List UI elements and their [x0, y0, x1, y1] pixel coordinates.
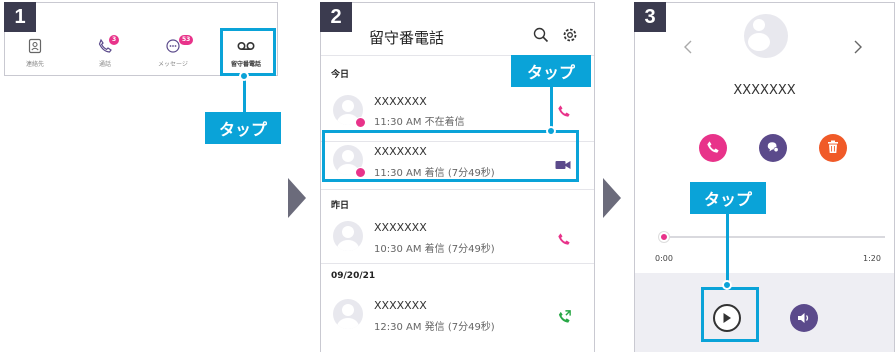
phone-icon[interactable] [557, 103, 571, 122]
speaker-icon [797, 309, 811, 328]
next-arrow [288, 178, 306, 218]
nav-label: 通話 [98, 61, 111, 68]
page-title: 留守番電話 [369, 29, 445, 47]
panel-voicemail-detail: XXXXXXX 0:00 1:20 [634, 2, 895, 352]
nav-contacts[interactable]: 連絡先 [5, 35, 65, 68]
playback-knob[interactable] [658, 232, 669, 242]
list-item[interactable]: XXXXXXX 10:30 AM 着信 (7分49秒) [321, 209, 594, 267]
phone-icon: 3 [75, 35, 135, 57]
voicemail-badge-icon [355, 117, 366, 128]
calls-badge: 3 [109, 35, 120, 45]
connector-line [550, 87, 553, 131]
divider [321, 189, 594, 190]
tap-label: タップ [690, 182, 766, 214]
chevron-right-icon[interactable] [853, 39, 863, 59]
list-item[interactable]: XXXXXXX 12:30 AM 発信 (7分49秒) [321, 287, 594, 345]
step-number: 3 [634, 2, 666, 32]
connector-line [726, 214, 729, 284]
phone-icon [706, 139, 720, 158]
tap-label: タップ [205, 112, 281, 144]
message-button[interactable] [759, 134, 787, 162]
contact-name: XXXXXXX [733, 83, 796, 98]
phone-icon[interactable] [557, 231, 571, 250]
call-meta: 10:30 AM 着信 (7分49秒) [374, 244, 495, 255]
nav-label: 連絡先 [25, 61, 44, 68]
divider [321, 263, 594, 264]
tap-highlight [220, 28, 276, 76]
section-header: 09/20/21 [331, 271, 376, 281]
message-icon [766, 139, 780, 158]
search-icon[interactable] [533, 27, 549, 47]
messages-badge: 53 [179, 35, 194, 45]
delete-button[interactable] [819, 134, 847, 162]
connector-dot [546, 126, 556, 136]
message-icon: 53 [143, 35, 203, 57]
step-number: 1 [4, 2, 36, 32]
avatar [744, 14, 788, 58]
time-start: 0:00 [655, 254, 673, 263]
connector-line [243, 76, 246, 112]
playback-slider[interactable] [659, 236, 885, 238]
tap-highlight [701, 287, 759, 342]
avatar [333, 221, 363, 251]
speaker-button[interactable] [790, 304, 818, 332]
step-number: 2 [320, 2, 352, 32]
gear-icon[interactable] [561, 26, 579, 48]
nav-calls[interactable]: 3 通話 [75, 35, 135, 68]
player-controls [635, 273, 894, 352]
section-header: 今日 [331, 70, 350, 80]
trash-icon [827, 139, 839, 158]
contact-name: XXXXXXX [374, 221, 427, 234]
next-arrow [603, 178, 621, 218]
contacts-icon [5, 35, 65, 57]
connector-dot [722, 280, 732, 290]
avatar [333, 299, 363, 329]
call-meta: 12:30 AM 発信 (7分49秒) [374, 322, 495, 333]
contact-name: XXXXXXX [374, 95, 427, 108]
chevron-left-icon[interactable] [683, 39, 693, 59]
tap-highlight [322, 130, 579, 182]
tap-label: タップ [511, 55, 591, 87]
call-meta: 11:30 AM 不在着信 [374, 117, 465, 128]
nav-label: メッセージ [158, 61, 188, 68]
time-end: 1:20 [863, 254, 881, 263]
contact-name: XXXXXXX [374, 299, 427, 312]
outgoing-call-icon[interactable] [557, 309, 572, 328]
call-back-button[interactable] [699, 134, 727, 162]
connector-dot [239, 71, 249, 81]
nav-messages[interactable]: 53 メッセージ [143, 35, 203, 68]
